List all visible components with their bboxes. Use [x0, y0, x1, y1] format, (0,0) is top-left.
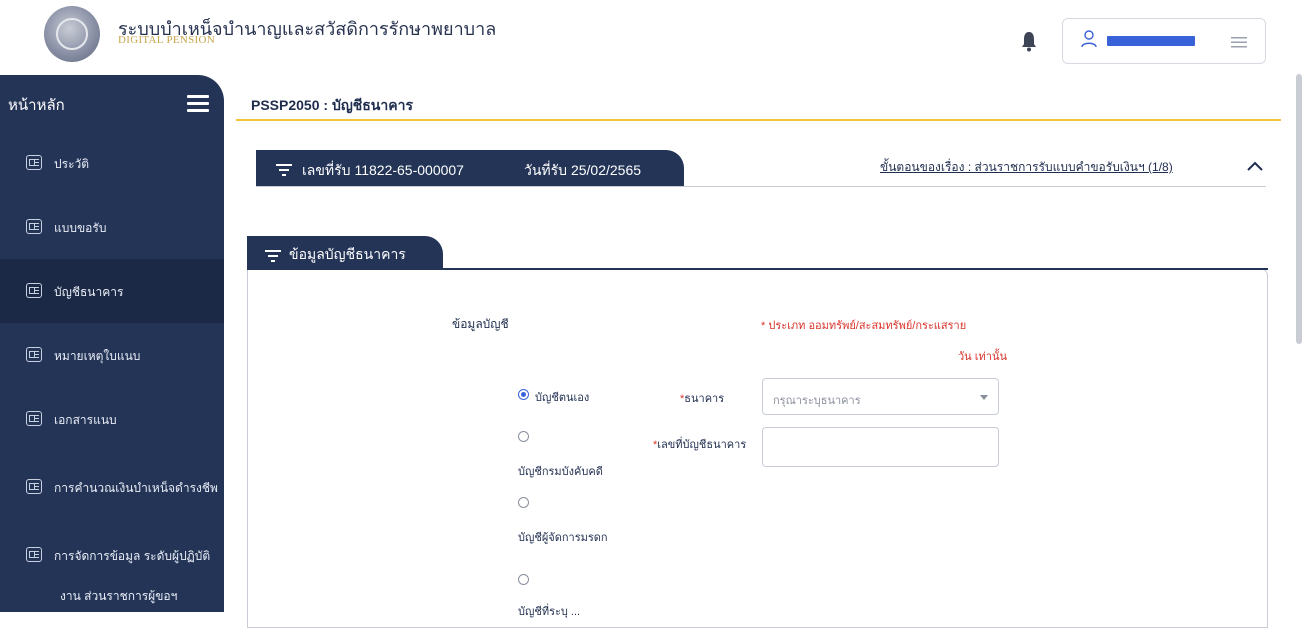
document-icon	[26, 547, 42, 562]
sidebar-item-label: แบบขอรับ	[54, 221, 107, 235]
account-number-input[interactable]	[762, 427, 999, 467]
radio-estate-administrator-account[interactable]	[518, 497, 529, 508]
caret-down-icon	[980, 395, 988, 400]
bell-icon[interactable]	[1021, 30, 1037, 52]
sidebar-item-calculation[interactable]: การคำนวณเงินบำเหน็จดำรงชีพ	[0, 451, 224, 515]
title-divider	[236, 119, 1281, 121]
app-subtitle: DIGITAL PENSION	[118, 34, 216, 46]
bank-select-placeholder: กรุณาระบุธนาคาร	[773, 395, 861, 407]
receive-date: วันที่รับ 25/02/2565	[524, 162, 642, 178]
sidebar-item-label: ประวัติ	[54, 157, 90, 171]
document-icon	[26, 479, 42, 494]
sidebar-item-label: การคำนวณเงินบำเหน็จดำรงชีพ	[54, 481, 218, 495]
account-number-label-text: เลขที่บัญชีธนาคาร	[657, 439, 747, 451]
sidebar-item-label: บัญชีธนาคาร	[54, 285, 124, 299]
sidebar-item-history[interactable]: ประวัติ	[0, 131, 224, 195]
user-icon	[1081, 30, 1097, 48]
radio-legal-execution-account[interactable]	[518, 431, 529, 442]
option-label-own-account: บัญชีตนเอง	[535, 392, 590, 404]
required-note-continued: วัน เท่านั้น	[958, 351, 1007, 363]
document-icon	[26, 283, 42, 298]
filter-icon	[265, 250, 281, 262]
sidebar-header: หน้าหลัก	[0, 75, 224, 131]
option-label-estate-administrator-account: บัญชีผู้จัดการมรดก	[518, 532, 608, 544]
bank-field-label: *ธนาคาร	[680, 393, 725, 405]
page-title: PSSP2050 : บัญชีธนาคาร	[251, 97, 413, 113]
sidebar-home-label[interactable]: หน้าหลัก	[8, 93, 65, 117]
bank-account-section-tab[interactable]: ข้อมูลบัญชีธนาคาร	[247, 236, 443, 270]
document-icon	[26, 411, 42, 426]
chevron-up-icon[interactable]	[1246, 160, 1264, 172]
option-label-legal-execution-account: บัญชีกรมบังคับคดี	[518, 466, 603, 478]
app-header: ระบบบำเหน็จบำนาญและสวัสดิการรักษาพยาบาล …	[0, 0, 1304, 74]
required-note: * ประเภท ออมทรัพย์/สะสมทรัพย์/กระแสราย	[761, 320, 967, 332]
receive-number: เลขที่รับ 11822-65-000007	[302, 162, 464, 178]
document-icon	[26, 219, 42, 234]
section-tab-label: ข้อมูลบัญชีธนาคาร	[289, 246, 406, 262]
sidebar-item-attachments[interactable]: เอกสารแนบ	[0, 387, 224, 451]
document-icon	[26, 155, 42, 170]
radio-specified-account[interactable]	[518, 574, 529, 585]
record-info-tab[interactable]: เลขที่รับ 11822-65-000007 วันที่รับ 25/0…	[256, 150, 684, 186]
menu-icon[interactable]	[1231, 35, 1247, 49]
process-step-link[interactable]: ขั้นตอนของเรื่อง : ส่วนราชการรับแบบคำขอร…	[880, 158, 1173, 177]
bank-select[interactable]: กรุณาระบุธนาคาร	[762, 378, 999, 415]
user-name-redacted	[1107, 36, 1195, 46]
sidebar-item-label-continued: งาน ส่วนราชการผู้ขอฯ	[60, 589, 178, 603]
sidebar: หน้าหลัก ประวัติ แบบขอรับ บัญชีธนาคาร หม…	[0, 75, 224, 612]
user-menu-box[interactable]	[1062, 18, 1266, 64]
document-icon	[26, 347, 42, 362]
sidebar-item-label: หมายเหตุใบแนบ	[54, 349, 141, 363]
bank-account-form-panel	[247, 268, 1268, 628]
sidebar-item-bank-account[interactable]: บัญชีธนาคาร	[0, 259, 224, 323]
sidebar-item-label: การจัดการข้อมูล ระดับผู้ปฏิบัติ	[54, 549, 211, 563]
bank-field-label-text: ธนาคาร	[684, 393, 725, 405]
sidebar-item-label: เอกสารแนบ	[54, 413, 117, 427]
sidebar-item-attachment-notes[interactable]: หมายเหตุใบแนบ	[0, 323, 224, 387]
radio-own-account[interactable]	[518, 389, 529, 400]
hamburger-menu-icon[interactable]	[187, 95, 209, 112]
tab-divider	[256, 186, 1266, 187]
account-info-label: ข้อมูลบัญชี	[452, 317, 509, 331]
option-label-specified-account: บัญชีที่ระบุ ...	[518, 606, 581, 618]
sidebar-item-request-form[interactable]: แบบขอรับ	[0, 195, 224, 259]
panel-top-border	[247, 268, 1268, 270]
filter-icon	[276, 164, 292, 176]
government-seal-logo	[44, 6, 100, 62]
account-number-label: *เลขที่บัญชีธนาคาร	[653, 439, 747, 451]
page-scrollbar[interactable]	[1296, 74, 1302, 344]
sidebar-item-data-management[interactable]: การจัดการข้อมูล ระดับผู้ปฏิบัติ งาน ส่วน…	[0, 515, 224, 612]
